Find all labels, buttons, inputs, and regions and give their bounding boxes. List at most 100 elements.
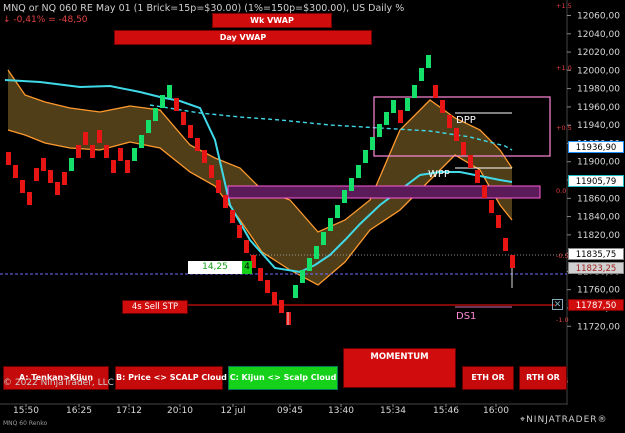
price-tick-label: 12000,00 bbox=[577, 66, 620, 76]
bear-brick bbox=[216, 180, 221, 193]
bear-brick bbox=[41, 158, 46, 171]
bear-brick bbox=[13, 165, 18, 178]
bear-brick bbox=[76, 145, 81, 158]
wk-vwap-banner[interactable]: Wk VWAP bbox=[212, 13, 332, 28]
price-label-kijun: 11905,79 bbox=[568, 175, 624, 187]
bull-brick bbox=[335, 205, 340, 218]
time-tick-label: 16:25 bbox=[66, 406, 92, 416]
bull-brick bbox=[363, 150, 368, 163]
bear-brick bbox=[6, 152, 11, 165]
bear-brick bbox=[398, 110, 403, 123]
bull-brick bbox=[349, 178, 354, 191]
price-tick-label: 12060,00 bbox=[577, 12, 620, 22]
bear-brick bbox=[258, 268, 263, 281]
bear-brick bbox=[223, 195, 228, 208]
bear-brick bbox=[209, 165, 214, 178]
time-tick-label: 16:00 bbox=[483, 406, 509, 416]
bull-brick bbox=[377, 124, 382, 137]
bear-brick bbox=[265, 280, 270, 293]
bull-brick bbox=[370, 137, 375, 150]
day-vwap-banner[interactable]: Day VWAP bbox=[114, 30, 372, 45]
bear-brick bbox=[125, 160, 130, 173]
price-scalp-cloud-button[interactable]: B: Price <> SCALP Cloud bbox=[115, 366, 227, 390]
time-tick-label: 17:12 bbox=[116, 406, 142, 416]
bear-brick bbox=[83, 132, 88, 145]
pct-tick-label: -1.0 bbox=[556, 316, 569, 324]
sell-stop-order-label[interactable]: 4s Sell STP bbox=[122, 300, 188, 314]
rth-or-button[interactable]: RTH OR bbox=[519, 366, 567, 390]
bear-brick bbox=[272, 292, 277, 305]
bear-brick bbox=[461, 142, 466, 155]
bear-brick bbox=[447, 115, 452, 128]
price-tick-label: 11720,00 bbox=[577, 322, 620, 332]
time-tick-label: 12 jul bbox=[220, 406, 245, 416]
bear-brick bbox=[34, 168, 39, 181]
bear-brick bbox=[440, 100, 445, 113]
bear-brick bbox=[503, 238, 508, 251]
bull-brick bbox=[419, 68, 424, 81]
chart-window[interactable]: 12060,00 12040,00 12020,00 12000,00 11980,00… bbox=[0, 0, 625, 429]
bull-brick bbox=[321, 232, 326, 245]
bull-brick bbox=[300, 270, 305, 283]
daily-change: ↓ -0,41% = -48,50 bbox=[3, 15, 88, 25]
bull-brick bbox=[426, 55, 431, 68]
bear-brick bbox=[104, 145, 109, 158]
bull-brick bbox=[153, 108, 158, 121]
close-order-icon[interactable]: ✕ bbox=[552, 299, 563, 310]
price-label-stop: 11787,50 bbox=[568, 299, 624, 311]
bear-brick bbox=[489, 200, 494, 213]
pct-tick-label: +1.0 bbox=[556, 64, 572, 72]
bear-brick bbox=[90, 145, 95, 158]
pct-tick-label: +0.5 bbox=[556, 124, 572, 132]
bull-brick bbox=[342, 190, 347, 203]
ninjatrader-logo: ⌖NINJATRADER® bbox=[520, 415, 608, 425]
eth-or-button[interactable]: ETH OR bbox=[462, 366, 514, 390]
bear-brick bbox=[195, 138, 200, 151]
bull-brick bbox=[146, 120, 151, 133]
pct-tick-label: 0.0 bbox=[556, 187, 566, 195]
bull-brick bbox=[167, 85, 172, 98]
bull-brick bbox=[132, 148, 137, 161]
price-tick-label: 11820,00 bbox=[577, 231, 620, 241]
bear-brick bbox=[188, 125, 193, 138]
pct-tick-label: +1.5 bbox=[556, 2, 572, 10]
time-tick-label: 15:50 bbox=[13, 406, 39, 416]
bear-brick bbox=[510, 255, 515, 268]
bear-brick bbox=[454, 128, 459, 141]
momentum-label: MOMENTUM bbox=[370, 352, 429, 362]
bull-brick bbox=[139, 135, 144, 148]
bull-brick bbox=[293, 285, 298, 298]
bull-brick bbox=[391, 100, 396, 113]
ds1-label: DS1 bbox=[456, 311, 476, 322]
bear-brick bbox=[244, 240, 249, 253]
instrument-label: MNQ 60 Renko bbox=[3, 420, 48, 427]
bear-brick bbox=[475, 170, 480, 183]
brick-count-box: 14,25 bbox=[188, 261, 242, 274]
bear-brick bbox=[433, 85, 438, 98]
chart-title: MNQ or NQ 060 RE May 01 (1 Brick=15p=$30… bbox=[3, 3, 405, 14]
momentum-button[interactable]: MOMENTUM bbox=[343, 348, 456, 388]
bull-brick bbox=[160, 95, 165, 108]
renko-chart[interactable]: 12060,00 12040,00 12020,00 12000,00 11980,00… bbox=[0, 0, 625, 429]
bear-brick bbox=[468, 155, 473, 168]
dpp-label: DPP bbox=[456, 115, 476, 126]
bear-brick bbox=[482, 185, 487, 198]
time-tick-label: 15:46 bbox=[433, 406, 459, 416]
price-tick-label: 12040,00 bbox=[577, 30, 620, 40]
kijun-scalp-cloud-button[interactable]: C: Kijun <> Scalp Cloud bbox=[228, 366, 338, 390]
bear-brick bbox=[48, 170, 53, 183]
price-tick-label: 11940,00 bbox=[577, 121, 620, 131]
bull-brick bbox=[384, 112, 389, 125]
time-tick-label: 15:34 bbox=[380, 406, 406, 416]
bear-brick bbox=[55, 182, 60, 195]
time-tick-label: 13:40 bbox=[328, 406, 354, 416]
price-tick-label: 11860,00 bbox=[577, 194, 620, 204]
bull-brick bbox=[307, 258, 312, 271]
price-tick-label: 11900,00 bbox=[577, 158, 620, 168]
wpp-label: WPP bbox=[428, 169, 450, 180]
bear-brick bbox=[62, 172, 67, 185]
wpp-zone-box bbox=[227, 185, 541, 199]
bull-brick bbox=[69, 158, 74, 171]
bear-brick bbox=[20, 180, 25, 193]
bull-brick bbox=[328, 218, 333, 231]
